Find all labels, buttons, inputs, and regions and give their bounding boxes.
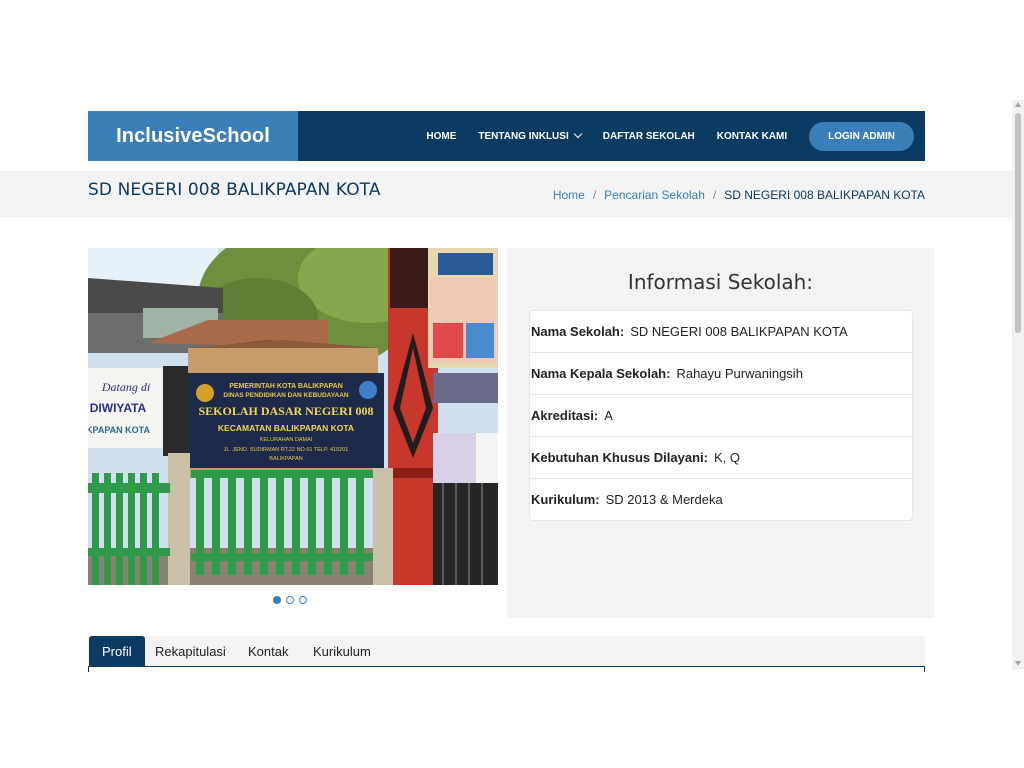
page-title: SD NEGERI 008 BALIKPAPAN KOTA <box>88 180 381 200</box>
breadcrumb-home[interactable]: Home <box>553 188 585 202</box>
sign-text-1: PEMERINTAH KOTA BALIKPAPAN <box>229 383 343 390</box>
info-label: Kurikulum: <box>531 492 600 507</box>
nav-tentang-inklusi[interactable]: TENTANG INKLUSI <box>478 129 582 142</box>
sign-text-5: KELURAHAN DAMAI <box>260 437 313 443</box>
info-row-kepala-sekolah: Nama Kepala Sekolah: Rahayu Purwaningsih <box>530 353 912 395</box>
login-admin-label: LOGIN ADMIN <box>828 130 895 142</box>
info-value: Rahayu Purwaningsih <box>676 366 803 381</box>
nav-menu: HOME TENTANG INKLUSI DAFTAR SEKOLAH KONT… <box>298 111 925 161</box>
info-row-akreditasi: Akreditasi: A <box>530 395 912 437</box>
breadcrumb-search[interactable]: Pencarian Sekolah <box>604 188 705 202</box>
tab-content-border <box>924 666 925 672</box>
sign-text-7: BALIKPAPAN <box>269 456 302 462</box>
info-row-kurikulum: Kurikulum: SD 2013 & Merdeka <box>530 479 912 520</box>
nav-daftar-sekolah[interactable]: DAFTAR SEKOLAH <box>603 131 695 142</box>
sign-text-2: DINAS PENDIDIKAN DAN KEBUDAYAAN <box>223 392 349 399</box>
carousel-dot-2[interactable] <box>286 596 294 604</box>
info-value: SD NEGERI 008 BALIKPAPAN KOTA <box>630 324 848 339</box>
carousel-dot-1[interactable] <box>273 596 281 604</box>
info-label: Nama Kepala Sekolah: <box>531 366 671 381</box>
info-heading: Informasi Sekolah: <box>627 270 814 294</box>
nav-home-label: HOME <box>426 130 457 142</box>
info-label: Akreditasi: <box>531 408 599 423</box>
banner-text-2: DIWIYATA <box>90 401 147 415</box>
chevron-down-icon <box>573 129 582 139</box>
tab-kurikulum[interactable]: Kurikulum <box>313 636 371 666</box>
nav-tentang-label: TENTANG INKLUSI <box>478 130 569 142</box>
breadcrumb: Home / Pencarian Sekolah / SD NEGERI 008… <box>553 188 925 202</box>
breadcrumb-current: SD NEGERI 008 BALIKPAPAN KOTA <box>724 188 925 202</box>
sign-text-3: SEKOLAH DASAR NEGERI 008 <box>198 404 373 418</box>
breadcrumb-separator: / <box>592 188 597 202</box>
scroll-up-arrow-icon[interactable] <box>1015 102 1021 107</box>
nav-daftar-label: DAFTAR SEKOLAH <box>602 130 695 142</box>
sign-text-4: KECAMATAN BALIKPAPAN KOTA <box>218 423 354 433</box>
tab-rekapitulasi[interactable]: Rekapitulasi <box>155 636 226 666</box>
info-row-nama-sekolah: Nama Sekolah: SD NEGERI 008 BALIKPAPAN K… <box>530 311 912 353</box>
nav-kontak-kami[interactable]: KONTAK KAMI <box>717 131 787 142</box>
login-admin-button[interactable]: LOGIN ADMIN <box>809 121 914 151</box>
page-scrollbar[interactable] <box>1012 100 1024 670</box>
school-photo: PEMERINTAH KOTA BALIKPAPAN DINAS PENDIDI… <box>88 248 498 585</box>
brand-text: InclusiveSchool <box>116 124 270 147</box>
tab-profil[interactable]: Profil <box>89 636 145 666</box>
info-card: Nama Sekolah: SD NEGERI 008 BALIKPAPAN K… <box>529 310 913 521</box>
nav-kontak-label: KONTAK KAMI <box>716 130 788 142</box>
info-label: Nama Sekolah: <box>531 324 625 339</box>
info-value: A <box>604 408 613 423</box>
brand-logo[interactable]: InclusiveSchool <box>88 111 298 161</box>
sign-text-6: JL. JEND. SUDIRMAN RT.22 NO.61 TELP. 410… <box>224 447 349 453</box>
scroll-down-arrow-icon[interactable] <box>1015 661 1021 666</box>
carousel-dot-3[interactable] <box>299 596 307 604</box>
tab-kontak[interactable]: Kontak <box>248 636 288 666</box>
scroll-thumb[interactable] <box>1015 113 1021 333</box>
info-value: K, Q <box>713 450 740 465</box>
nav-home[interactable]: HOME <box>426 131 456 142</box>
carousel-indicators <box>273 596 312 604</box>
navbar: InclusiveSchool HOME TENTANG INKLUSI DAF… <box>88 111 925 161</box>
breadcrumb-separator: / <box>712 188 717 202</box>
banner-text-3: KPAPAN KOTA <box>88 425 150 435</box>
info-row-kebutuhan-khusus: Kebutuhan Khusus Dilayani: K, Q <box>530 437 912 479</box>
info-value: SD 2013 & Merdeka <box>605 492 723 507</box>
tabs-bar: Profil Rekapitulasi Kontak Kurikulum <box>88 636 925 667</box>
info-label: Kebutuhan Khusus Dilayani: <box>531 450 708 465</box>
tab-content-border <box>88 666 89 672</box>
banner-text-1: Datang di <box>101 380 150 394</box>
